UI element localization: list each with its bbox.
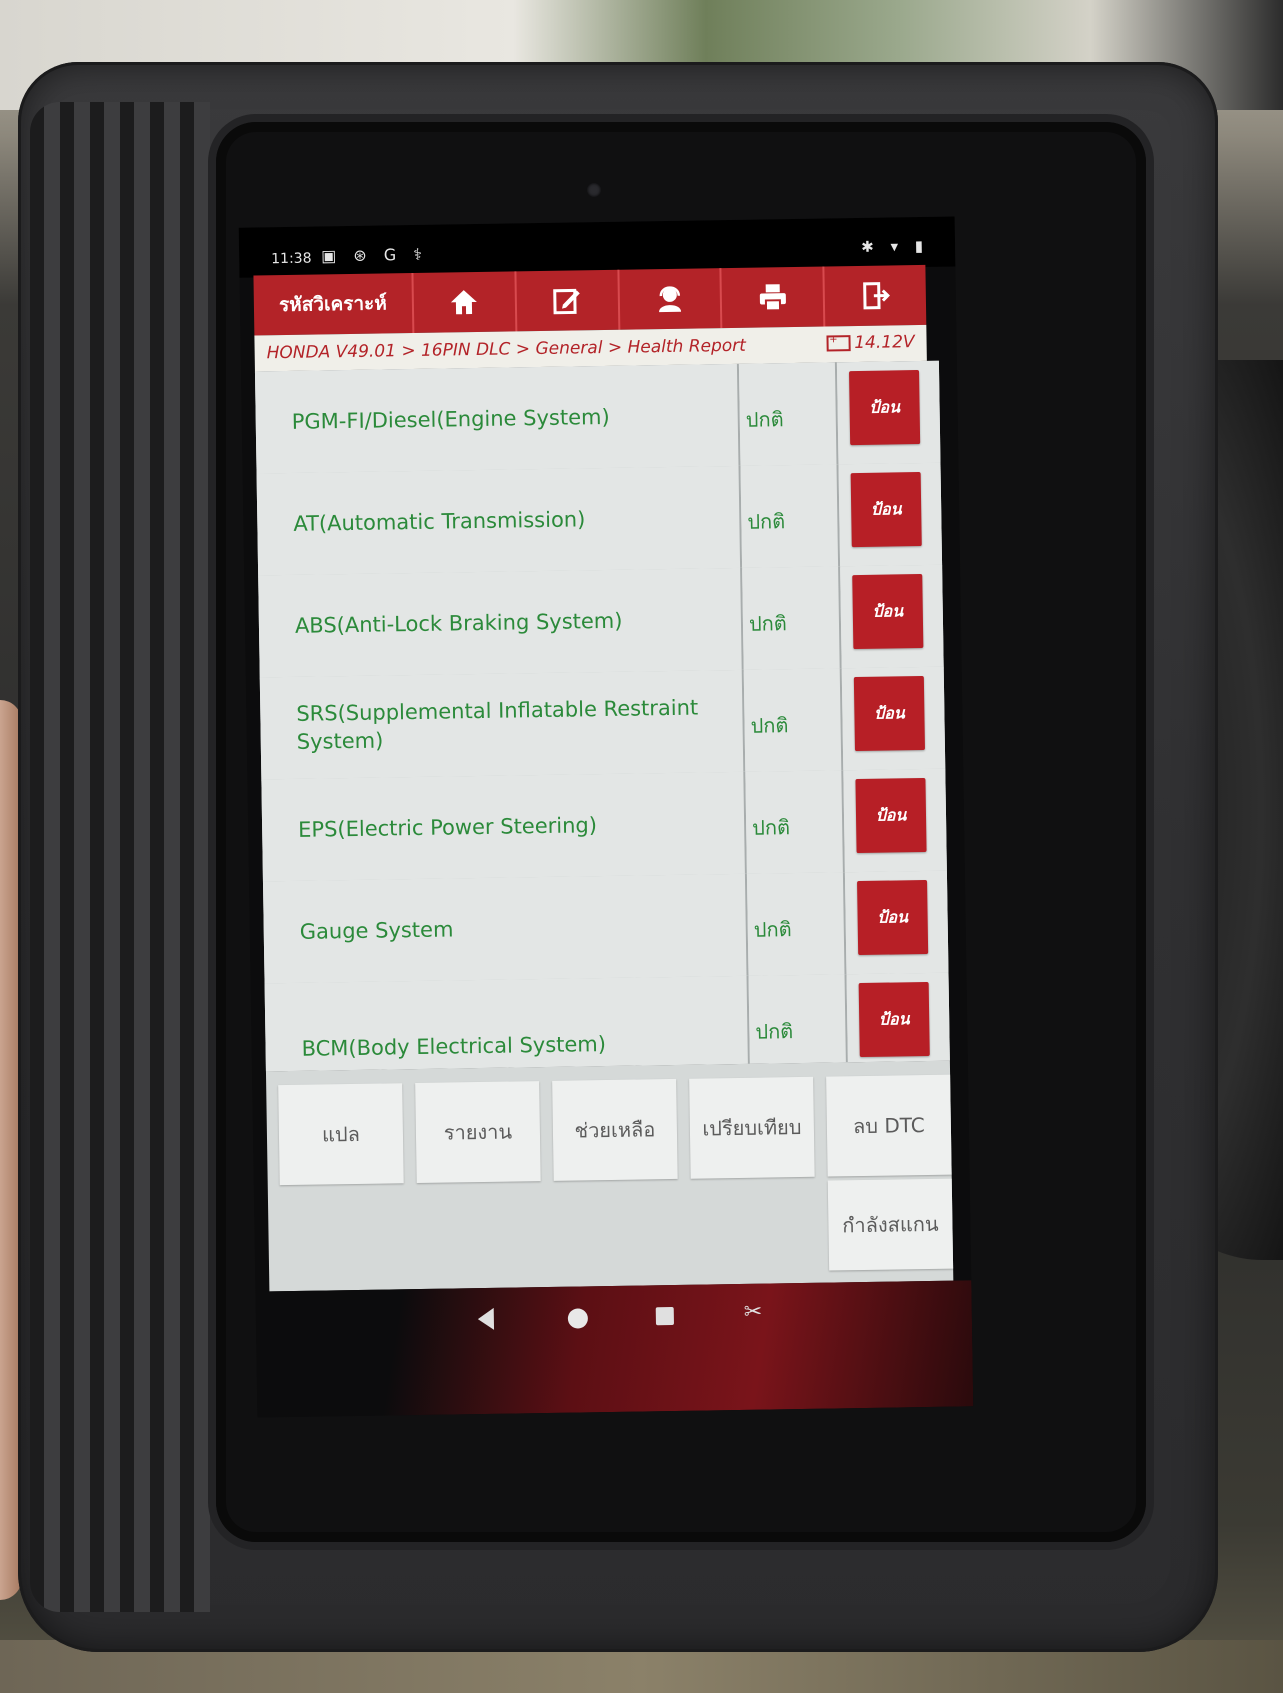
table-row: EPS(Electric Power Steering) ปกติ ป้อน [261, 768, 947, 884]
support-icon [659, 286, 682, 313]
table-row: ABS(Anti-Lock Braking System) ปกติ ป้อน [258, 564, 944, 680]
edit-button[interactable] [514, 269, 618, 332]
system-name: BCM(Body Electrical System) [264, 975, 750, 1072]
edit-icon [553, 288, 580, 315]
tablet-screen: 11:38 ▣ ⊛ G ⚕ ✱ ▾ ▮ รหัสวิเคราะห์ HONDA … [238, 216, 974, 1418]
battery-icon [826, 335, 851, 352]
enter-button[interactable]: ป้อน [849, 370, 921, 446]
status-time: 11:38 [271, 250, 312, 268]
front-camera [587, 183, 601, 197]
system-status: ปกติ [740, 464, 841, 568]
app-toolbar: รหัสวิเคราะห์ [253, 264, 927, 336]
enter-button[interactable]: ป้อน [852, 574, 924, 650]
table-row: PGM-FI/Diesel(Engine System) ปกติ ป้อน [254, 360, 941, 476]
enter-button[interactable]: ป้อน [857, 879, 929, 956]
system-name: ABS(Anti-Lock Braking System) [258, 567, 744, 678]
breadcrumb: HONDA V49.01 > 16PIN DLC > General > Hea… [266, 335, 747, 364]
recent-apps-icon[interactable] [655, 1306, 674, 1326]
help-button[interactable]: ช่วยเหลือ [552, 1078, 678, 1181]
table-row: AT(Automatic Transmission) ปกติ ป้อน [256, 462, 943, 578]
voltage-value: 14.12V [854, 332, 915, 354]
home-circle-icon[interactable] [567, 1308, 589, 1329]
compare-button[interactable]: เปรียบเทียบ [689, 1076, 815, 1179]
system-status: ปกติ [745, 770, 845, 874]
app-title: รหัสวิเคราะห์ [278, 292, 387, 317]
notification-icons: ▣ ⊛ G ⚕ [321, 244, 429, 266]
system-status-icons: ✱ ▾ ▮ [861, 236, 930, 256]
report-button[interactable]: รายงาน [415, 1081, 541, 1184]
translate-button[interactable]: แปล [278, 1083, 404, 1186]
system-name: SRS(Supplemental Inflatable Restraint Sy… [259, 669, 746, 780]
action-cell: ป้อน [840, 564, 944, 669]
screenshot-icon[interactable]: ✂ [744, 1300, 763, 1325]
home-icon [451, 290, 478, 315]
system-name: AT(Automatic Transmission) [256, 465, 743, 576]
system-name: PGM-FI/Diesel(Engine System) [254, 363, 741, 474]
back-icon[interactable] [477, 1307, 495, 1331]
scanning-button[interactable]: กำลังสแกน [827, 1178, 954, 1271]
tablet-grip-ribs [30, 102, 210, 1612]
action-cell: ป้อน [838, 462, 943, 567]
system-status: ปกติ [738, 362, 839, 466]
system-name: EPS(Electric Power Steering) [261, 771, 747, 882]
footer-toolbar: แปล รายงาน ช่วยเหลือ เปรียบเทียบ ลบ DTC … [265, 1060, 954, 1292]
enter-button[interactable]: ป้อน [855, 777, 927, 854]
system-list: PGM-FI/Diesel(Engine System) ปกติ ป้อน A… [254, 360, 950, 1072]
action-cell: ป้อน [844, 870, 949, 975]
exit-button[interactable] [822, 264, 927, 327]
system-status: ปกติ [748, 974, 848, 1064]
support-button[interactable] [616, 268, 721, 330]
enter-button[interactable]: ป้อน [858, 981, 930, 1058]
android-nav-bar: ✂ [255, 1280, 974, 1418]
table-row: BCM(Body Electrical System) ปกติ ป้อน [264, 972, 950, 1072]
battery-voltage: 14.12V [826, 332, 915, 353]
enter-button[interactable]: ป้อน [850, 472, 922, 548]
table-row: SRS(Supplemental Inflatable Restraint Sy… [259, 666, 946, 782]
action-cell: ป้อน [841, 666, 946, 771]
home-button[interactable] [411, 271, 516, 333]
action-cell: ป้อน [843, 768, 947, 873]
print-icon [759, 284, 786, 312]
system-status: ปกติ [742, 566, 842, 670]
action-cell: ป้อน [846, 972, 950, 1063]
clear-dtc-button[interactable]: ลบ DTC [826, 1074, 952, 1177]
action-cell: ป้อน [836, 360, 941, 465]
system-name: Gauge System [262, 873, 749, 984]
enter-button[interactable]: ป้อน [853, 675, 925, 752]
print-button[interactable] [719, 266, 824, 329]
exit-icon [862, 282, 890, 310]
system-status: ปกติ [743, 668, 844, 772]
system-status: ปกติ [746, 872, 847, 976]
table-row: Gauge System ปกติ ป้อน [262, 870, 949, 986]
